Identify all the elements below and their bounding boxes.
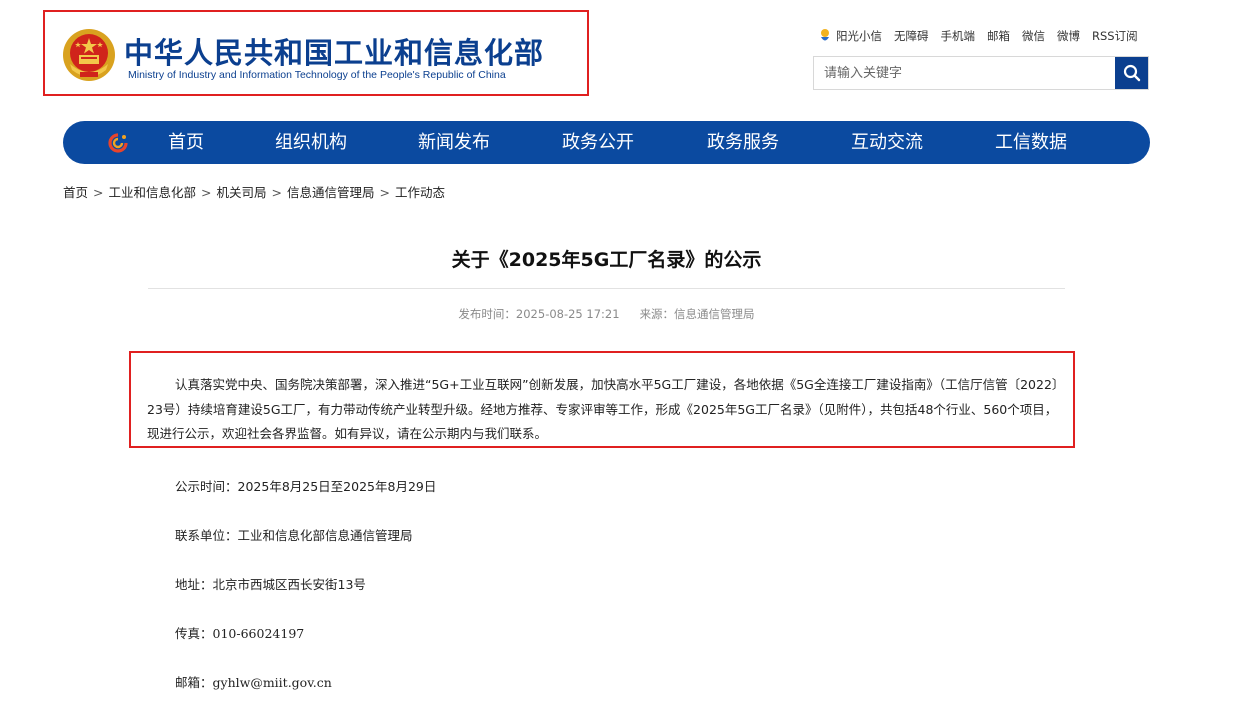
miit-logo-icon xyxy=(108,133,128,153)
nav-news[interactable]: 新闻发布 xyxy=(418,121,490,164)
breadcrumb-separator: > xyxy=(271,185,282,200)
article-source: 来源：信息通信管理局 xyxy=(639,307,755,321)
nav-interaction[interactable]: 互动交流 xyxy=(851,121,923,164)
article-title: 关于《2025年5G工厂名录》的公示 xyxy=(451,249,762,271)
info-value: 工业和信息化部信息通信管理局 xyxy=(237,528,413,543)
info-address: 地址：北京市西城区西长安街13号 xyxy=(175,574,366,593)
search-icon xyxy=(1123,64,1140,82)
info-value: 010-66024197 xyxy=(212,626,305,641)
breadcrumb-departments[interactable]: 机关司局 xyxy=(217,185,267,200)
nav-data[interactable]: 工信数据 xyxy=(995,121,1067,164)
info-email-value[interactable]: gyhlw@miit.gov.cn xyxy=(213,675,332,690)
search-input[interactable] xyxy=(814,57,1114,89)
search-box xyxy=(813,56,1149,90)
search-button[interactable] xyxy=(1115,57,1148,89)
nav-organization[interactable]: 组织机构 xyxy=(275,121,347,164)
info-announcement-period: 公示时间：2025年8月25日至2025年8月29日 xyxy=(175,476,436,495)
nav-government-affairs[interactable]: 政务公开 xyxy=(562,121,634,164)
title-divider xyxy=(148,288,1065,289)
link-sunshine[interactable]: 阳光小信 xyxy=(836,28,882,44)
breadcrumb-work-news[interactable]: 工作动态 xyxy=(395,185,445,200)
publish-time: 发布时间：2025-08-25 17:21 xyxy=(458,307,620,321)
breadcrumb-separator: > xyxy=(201,185,212,200)
info-value: 北京市西城区西长安街13号 xyxy=(212,577,366,592)
info-value: 2025年8月25日至2025年8月29日 xyxy=(237,479,437,494)
link-mailbox[interactable]: 邮箱 xyxy=(987,28,1010,44)
site-title-cn[interactable]: 中华人民共和国工业和信息化部 xyxy=(124,30,544,72)
breadcrumb: 首页 > 工业和信息化部 > 机关司局 > 信息通信管理局 > 工作动态 xyxy=(63,182,445,201)
article-meta: 发布时间：2025-08-25 17:21 来源：信息通信管理局 xyxy=(0,306,1213,322)
info-fax: 传真：010-66024197 xyxy=(175,623,304,642)
info-label: 公示时间： xyxy=(175,479,238,494)
info-label: 传真： xyxy=(175,626,213,641)
nav-home[interactable]: 首页 xyxy=(168,121,204,164)
info-label: 邮箱： xyxy=(175,675,213,690)
breadcrumb-separator: > xyxy=(379,185,390,200)
info-contact-unit: 联系单位：工业和信息化部信息通信管理局 xyxy=(175,525,413,544)
breadcrumb-home[interactable]: 首页 xyxy=(63,185,88,200)
top-utility-links: 阳光小信 无障碍 手机端 邮箱 微信 微博 RSS订阅 xyxy=(818,28,1138,44)
sunshine-mascot-icon xyxy=(821,29,829,41)
info-label: 联系单位： xyxy=(175,528,238,543)
breadcrumb-bureau[interactable]: 信息通信管理局 xyxy=(287,185,375,200)
nav-government-services[interactable]: 政务服务 xyxy=(707,121,779,164)
link-weibo[interactable]: 微博 xyxy=(1057,28,1080,44)
link-rss[interactable]: RSS订阅 xyxy=(1092,28,1138,44)
breadcrumb-separator: > xyxy=(93,185,104,200)
main-nav-bar: 首页 组织机构 新闻发布 政务公开 政务服务 互动交流 工信数据 xyxy=(63,121,1150,164)
info-label: 地址： xyxy=(175,577,213,592)
link-wechat[interactable]: 微信 xyxy=(1022,28,1045,44)
article-paragraph: 认真落实党中央、国务院决策部署，深入推进“5G+工业互联网”创新发展，加快高水平… xyxy=(147,377,1065,441)
link-mobile[interactable]: 手机端 xyxy=(941,28,976,44)
national-emblem-icon[interactable] xyxy=(62,28,116,82)
site-title-en[interactable]: Ministry of Industry and Information Tec… xyxy=(128,69,506,81)
breadcrumb-ministry[interactable]: 工业和信息化部 xyxy=(109,185,197,200)
link-accessibility[interactable]: 无障碍 xyxy=(894,28,929,44)
info-email: 邮箱：gyhlw@miit.gov.cn xyxy=(175,672,332,691)
